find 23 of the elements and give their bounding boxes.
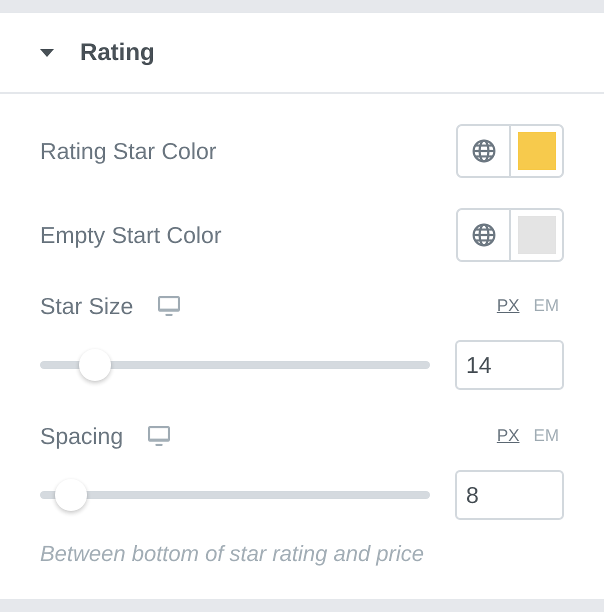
slider-thumb[interactable]	[55, 479, 88, 511]
control-label: Spacing	[40, 422, 124, 450]
control-label: Empty Start Color	[40, 222, 222, 248]
section-title[interactable]: Rating	[80, 38, 155, 66]
color-picker[interactable]	[456, 124, 564, 178]
desktop-icon[interactable]	[158, 296, 180, 316]
unit-option[interactable]: PX	[496, 426, 520, 446]
globe-icon	[472, 223, 496, 247]
control-label: Rating Star Color	[40, 138, 216, 164]
unit-option[interactable]: PX	[496, 296, 520, 316]
slider-track[interactable]	[40, 349, 430, 381]
number-input[interactable]: 14	[455, 340, 564, 390]
number-input[interactable]: 8	[455, 470, 564, 520]
slider-track[interactable]	[40, 479, 430, 511]
control-label: Star Size	[40, 292, 134, 320]
slider-thumb[interactable]	[78, 349, 111, 381]
desktop-icon[interactable]	[148, 426, 170, 446]
color-picker[interactable]	[456, 208, 564, 262]
color-swatch-icon[interactable]	[518, 216, 556, 254]
description-text: Between bottom of star rating and price	[40, 541, 425, 567]
color-swatch-icon[interactable]	[518, 132, 556, 170]
globe-icon	[472, 139, 496, 163]
caret-down-icon[interactable]	[40, 48, 54, 56]
